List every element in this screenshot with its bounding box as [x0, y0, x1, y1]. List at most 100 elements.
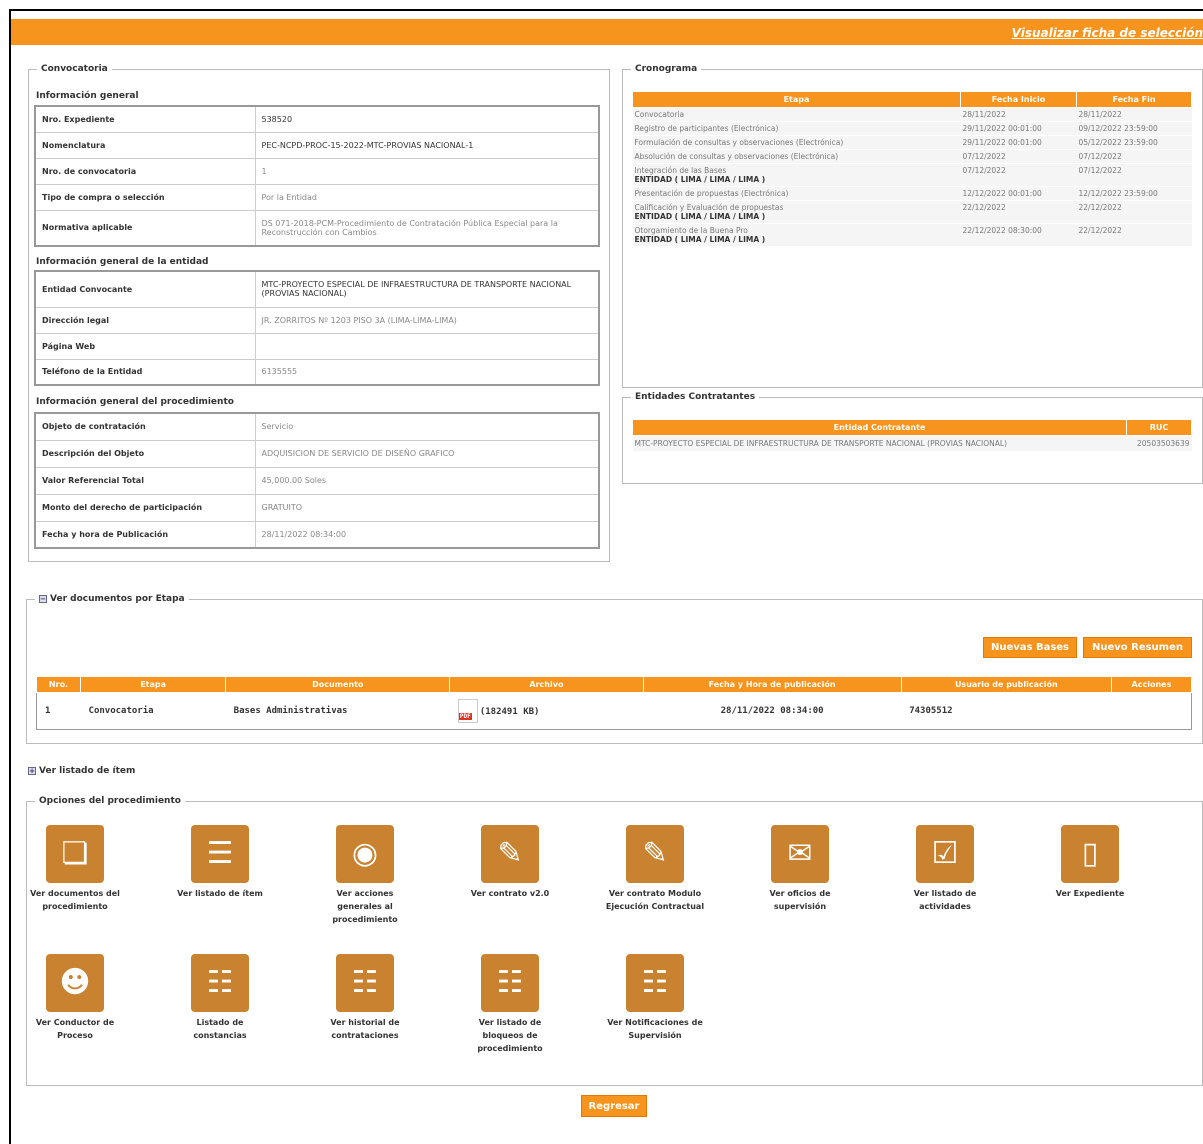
- info-key: Normativa aplicable: [34, 209, 256, 247]
- cronograma-row: Integración de las Bases ENTIDAD ( LIMA /…: [632, 163, 1192, 187]
- hierarchy-icon: ☷: [336, 954, 394, 1012]
- cronograma-row: Absolución de consultas y observaciones …: [632, 149, 1192, 164]
- option-label: Ver acciones generales al procedimiento: [332, 889, 398, 924]
- cronograma-fin: 22/12/2022: [1076, 200, 1192, 224]
- option-numbered-list[interactable]: ☰ Ver listado de ítem: [170, 825, 270, 900]
- etapa-name: Otorgamiento de la Buena Pro: [634, 226, 748, 235]
- etapa-name: Absolución de consultas y observaciones …: [634, 152, 839, 161]
- info-value: JR. ZORRITOS Nº 1203 PISO 3A (LIMA-LIMA-…: [254, 306, 600, 334]
- etapa-name: Calificación y Evaluación de propuestas: [634, 203, 784, 212]
- traffic-light-icon: ◉: [336, 825, 394, 883]
- option-label: Ver listado de bloqueos de procedimiento: [477, 1018, 543, 1053]
- option-checklist[interactable]: ☑ Ver listado de actividades: [895, 825, 995, 913]
- cronograma-legend: Cronograma: [635, 64, 698, 74]
- documentos-header-cell: Documento: [225, 676, 451, 693]
- doc-archivo: PDF (182491 KB): [450, 693, 643, 730]
- info-key: Página Web: [34, 332, 256, 360]
- info-key: Fecha y hora de Publicación: [34, 520, 256, 549]
- info-value: DS 071-2018-PCM-Procedimiento de Contrat…: [254, 209, 600, 247]
- option-hierarchy[interactable]: ☷ Ver Notificaciones de Supervisión: [605, 954, 705, 1042]
- documentos-header-cell: Etapa: [80, 676, 227, 693]
- option-documents[interactable]: ❏ Ver documentos del procedimiento: [25, 825, 125, 913]
- info-value: 6135555: [254, 358, 600, 386]
- expand-icon: +: [28, 767, 36, 775]
- regresar-button[interactable]: Regresar: [581, 1095, 647, 1117]
- items-toggle[interactable]: + Ver listado de ítem: [28, 766, 135, 776]
- entidades-header: Entidad Contratante RUC: [632, 419, 1192, 436]
- doc-etapa: Convocatoria: [88, 706, 154, 716]
- info-row: Nomenclatura PEC-NCPD-PROC-15-2022-MTC-PR…: [34, 131, 600, 159]
- etapa-entidad: ENTIDAD ( LIMA / LIMA / LIMA ): [634, 235, 766, 244]
- option-folder[interactable]: ▯ Ver Expediente: [1040, 825, 1140, 900]
- info-row: Página Web: [34, 332, 600, 360]
- cronograma-etapa: Otorgamiento de la Buena Pro ENTIDAD ( LI…: [632, 223, 961, 247]
- nuevo-resumen-button[interactable]: Nuevo Resumen: [1083, 637, 1192, 658]
- info-key: Teléfono de la Entidad: [34, 358, 256, 386]
- cronograma-fin: 22/12/2022: [1076, 223, 1192, 247]
- collapse-icon: −: [39, 595, 47, 603]
- option-label: Ver contrato v2.0: [470, 889, 550, 898]
- cronograma-header-cell: Fecha Inicio: [960, 91, 1077, 108]
- info-row: Dirección legal JR. ZORRITOS Nº 1203 PISO…: [34, 306, 600, 334]
- cronograma-inicio: 07/12/2022: [960, 163, 1077, 187]
- cronograma-row: Registro de participantes (Electrónica) 2…: [632, 121, 1192, 136]
- cronograma-fin: 28/11/2022: [1076, 107, 1192, 122]
- contract-icon: ✎: [481, 825, 539, 883]
- documentos-header-cell: Fecha y Hora de publicación: [642, 676, 902, 693]
- entidad-ruc: 20503503639: [1126, 435, 1192, 451]
- documentos-legend[interactable]: − Ver documentos por Etapa: [35, 594, 189, 604]
- pdf-label: PDF: [458, 713, 472, 720]
- cronograma-etapa: Calificación y Evaluación de propuestas E…: [632, 200, 961, 224]
- etapa-name: Integración de las Bases: [634, 166, 727, 175]
- people-icon: ☻: [46, 954, 104, 1012]
- cronograma-header: Etapa Fecha Inicio Fecha Fin: [632, 91, 1192, 108]
- info-value: 28/11/2022 08:34:00: [254, 520, 600, 549]
- info-key: Descripción del Objeto: [34, 439, 256, 468]
- option-hierarchy[interactable]: ☷ Ver historial de contrataciones: [315, 954, 415, 1042]
- option-label: Ver historial de contrataciones: [330, 1018, 400, 1040]
- info-value: 1: [254, 157, 600, 185]
- documentos-header-cell: Acciones: [1110, 676, 1193, 693]
- cronograma-table: Etapa Fecha Inicio Fecha Fin Convocatoria 28…: [632, 91, 1192, 247]
- info-value: Por la Entidad: [254, 183, 600, 211]
- option-label: Ver listado de actividades: [913, 889, 977, 911]
- entidades-header-cell: Entidad Contratante: [632, 419, 1127, 436]
- etapa-name: Presentación de propuestas (Electrónica): [634, 189, 789, 198]
- option-traffic-light[interactable]: ◉ Ver acciones generales al procedimiento: [315, 825, 415, 926]
- option-label: Ver Expediente: [1055, 889, 1125, 898]
- cronograma-etapa: Formulación de consultas y observaciones…: [632, 135, 961, 150]
- entidades-row: MTC-PROYECTO ESPECIAL DE INFRAESTRUCTURA…: [632, 435, 1192, 451]
- info-key: Tipo de compra o selección: [34, 183, 256, 211]
- cronograma-fin: 07/12/2022: [1076, 163, 1192, 187]
- etapa-name: Formulación de consultas y observaciones…: [634, 138, 844, 147]
- hierarchy-icon: ☷: [626, 954, 684, 1012]
- cronograma-etapa: Convocatoria: [632, 107, 961, 122]
- info-proc-title: Información general del procedimiento: [36, 397, 234, 407]
- info-value: PEC-NCPD-PROC-15-2022-MTC-PROVIAS NACION…: [254, 131, 600, 159]
- option-contract[interactable]: ✎ Ver contrato v2.0: [460, 825, 560, 900]
- documentos-table: Nro. Etapa Documento Archivo Fecha y Hora de…: [35, 676, 1193, 730]
- visualizar-ficha-link[interactable]: Visualizar ficha de selección: [1012, 26, 1203, 40]
- info-row: Nro. de convocatoria 1: [34, 157, 600, 185]
- info-value: GRATUITO: [254, 493, 600, 522]
- cronograma-row: Presentación de propuestas (Electrónica)…: [632, 186, 1192, 201]
- option-contract[interactable]: ✎ Ver contrato Modulo Ejecución Contractu…: [605, 825, 705, 913]
- option-people[interactable]: ☻ Ver Conductor de Proceso: [25, 954, 125, 1042]
- info-value: ADQUISICION DE SERVICIO DE DISEÑO GRAFIC…: [254, 439, 600, 468]
- cronograma-inicio: 22/12/2022 08:30:00: [960, 223, 1077, 247]
- option-letter[interactable]: ✉ Ver oficios de supervisión: [750, 825, 850, 913]
- option-label: Ver Conductor de Proceso: [35, 1018, 115, 1040]
- documentos-header-cell: Nro.: [35, 676, 82, 693]
- info-entidad-title: Información general de la entidad: [36, 257, 209, 267]
- option-hierarchy[interactable]: ☷ Listado de constancias: [170, 954, 270, 1042]
- option-hierarchy[interactable]: ☷ Ver listado de bloqueos de procedimient…: [460, 954, 560, 1055]
- hierarchy-icon: ☷: [191, 954, 249, 1012]
- documentos-header: Nro. Etapa Documento Archivo Fecha y Hora de…: [35, 676, 1193, 693]
- nuevas-bases-button[interactable]: Nuevas Bases: [983, 637, 1077, 658]
- info-row: Descripción del Objeto ADQUISICION DE SER…: [34, 439, 600, 468]
- cronograma-inicio: 28/11/2022: [960, 107, 1077, 122]
- opciones-legend: Opciones del procedimiento: [39, 796, 181, 806]
- pdf-icon[interactable]: PDF: [457, 699, 478, 723]
- info-row: Tipo de compra o selección Por la Entidad: [34, 183, 600, 211]
- documents-icon: ❏: [46, 825, 104, 883]
